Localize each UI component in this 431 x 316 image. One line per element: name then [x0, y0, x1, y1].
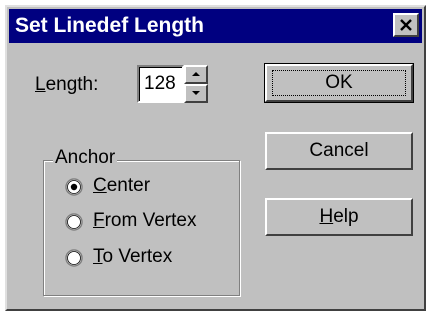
anchor-group-label: Anchor	[53, 147, 118, 169]
center-label-text: enter	[106, 175, 151, 196]
length-value: 128	[144, 73, 176, 94]
help-button-label: Help	[319, 206, 358, 227]
center-radio[interactable]	[65, 178, 83, 196]
length-label-text: ength:	[45, 74, 99, 95]
from-vertex-label-text: rom Vertex	[104, 210, 197, 231]
to-vertex-radio-label[interactable]: To Vertex	[93, 246, 172, 268]
from-vertex-radio[interactable]	[65, 213, 83, 231]
help-label-text: elp	[333, 206, 359, 227]
from-vertex-mnemonic: F	[93, 210, 105, 231]
title-bar[interactable]: Set Linedef Length	[9, 9, 422, 43]
focus-rectangle	[272, 70, 406, 96]
spin-up-arrow-icon	[192, 72, 200, 76]
length-label-mnemonic: L	[35, 74, 46, 95]
ok-button[interactable]: OK	[264, 63, 414, 103]
help-button[interactable]: Help	[265, 198, 413, 236]
cancel-button-label: Cancel	[309, 140, 369, 161]
to-vertex-mnemonic: T	[93, 246, 103, 267]
window-title: Set Linedef Length	[15, 14, 204, 37]
spin-down-button[interactable]	[184, 84, 208, 103]
set-linedef-length-dialog: Set Linedef Length Length: 128 OK Cancel…	[5, 5, 426, 311]
from-vertex-radio-label[interactable]: From Vertex	[93, 210, 196, 232]
to-vertex-radio[interactable]	[65, 249, 83, 267]
center-mnemonic: C	[93, 175, 107, 196]
cancel-button[interactable]: Cancel	[265, 132, 413, 170]
to-vertex-label-text: o Vertex	[102, 246, 173, 267]
length-label: Length:	[35, 74, 98, 96]
close-icon	[400, 19, 412, 31]
center-radio-label[interactable]: Center	[93, 175, 150, 197]
help-mnemonic: H	[319, 206, 334, 227]
length-input[interactable]: 128	[137, 65, 184, 103]
close-button[interactable]	[393, 13, 419, 37]
spin-down-arrow-icon	[192, 91, 200, 95]
spin-up-button[interactable]	[184, 65, 208, 84]
